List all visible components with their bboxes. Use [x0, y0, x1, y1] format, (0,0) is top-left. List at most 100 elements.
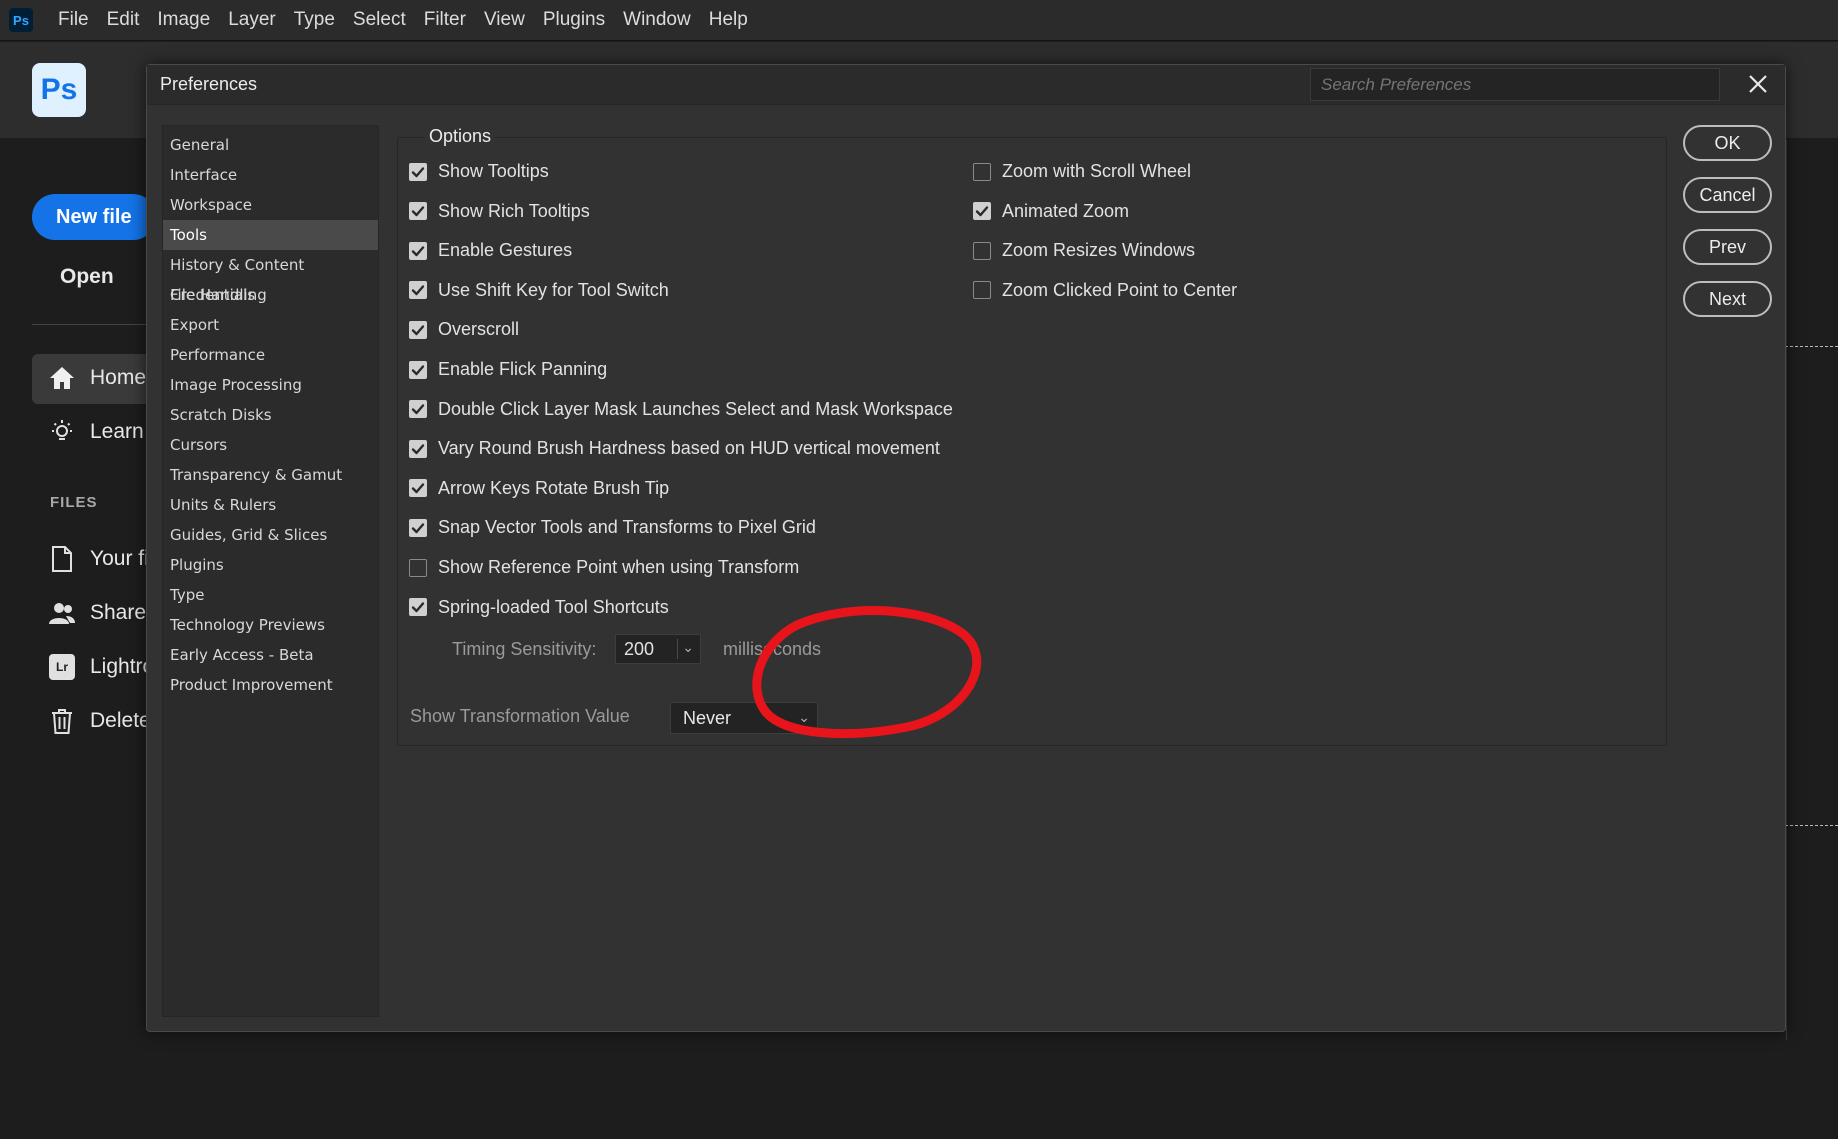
timing-sensitivity-value: 200	[624, 639, 655, 659]
option-row[interactable]: Enable Flick Panning	[409, 359, 607, 380]
menu-image[interactable]: Image	[148, 9, 219, 31]
ok-button[interactable]: OK	[1683, 125, 1772, 161]
checkbox-checked[interactable]	[409, 400, 427, 419]
menu-select[interactable]: Select	[344, 9, 415, 31]
option-label: Arrow Keys Rotate Brush Tip	[438, 477, 670, 498]
checkmark-icon	[411, 404, 425, 415]
checkbox-unchecked[interactable]	[973, 241, 991, 260]
checkbox-unchecked[interactable]	[973, 281, 991, 300]
category-scratch-disks[interactable]: Scratch Disks	[163, 400, 378, 430]
checkbox-checked[interactable]	[973, 202, 991, 221]
trash-icon	[48, 707, 76, 735]
option-row[interactable]: Overscroll	[409, 319, 519, 340]
checkbox-checked[interactable]	[409, 320, 427, 339]
option-row[interactable]: Spring-loaded Tool Shortcuts	[409, 597, 669, 618]
option-label: Zoom with Scroll Wheel	[1002, 161, 1192, 181]
checkmark-icon	[411, 166, 425, 177]
checkbox-checked[interactable]	[409, 439, 427, 458]
nav-your-files[interactable]: Your fi	[48, 545, 149, 573]
prev-button[interactable]: Prev	[1683, 229, 1772, 265]
category-export[interactable]: Export	[163, 310, 378, 340]
photoshop-logo: Ps	[32, 63, 86, 117]
checkbox-checked[interactable]	[409, 281, 427, 300]
nav-learn[interactable]: Learn	[48, 418, 144, 446]
cancel-button[interactable]: Cancel	[1683, 177, 1772, 213]
chevron-down-icon[interactable]: ⌄	[682, 639, 694, 656]
next-button[interactable]: Next	[1683, 281, 1772, 317]
category-type[interactable]: Type	[163, 580, 378, 610]
checkbox-unchecked[interactable]	[973, 162, 991, 181]
dialog-title: Preferences	[160, 74, 258, 94]
search-preferences-input[interactable]	[1310, 68, 1720, 101]
option-row[interactable]: Zoom with Scroll Wheel	[973, 161, 1191, 182]
category-tools[interactable]: Tools	[163, 220, 378, 250]
category-general[interactable]: General	[163, 130, 378, 160]
photoshop-app-icon: Ps	[9, 8, 33, 32]
new-file-button[interactable]: New file	[32, 194, 156, 240]
option-row[interactable]: Vary Round Brush Hardness based on HUD v…	[409, 438, 940, 459]
checkbox-unchecked[interactable]	[409, 558, 427, 577]
category-plugins[interactable]: Plugins	[163, 550, 378, 580]
menu-view[interactable]: View	[475, 9, 534, 31]
category-file-handling[interactable]: File Handling	[163, 280, 378, 310]
category-image-processing[interactable]: Image Processing	[163, 370, 378, 400]
menu-help[interactable]: Help	[700, 9, 757, 31]
menu-type[interactable]: Type	[285, 9, 344, 31]
close-icon[interactable]	[1745, 71, 1771, 97]
nav-shared[interactable]: Sharec	[48, 599, 157, 627]
option-row[interactable]: Show Tooltips	[409, 161, 549, 182]
checkbox-checked[interactable]	[409, 202, 427, 221]
option-label: Use Shift Key for Tool Switch	[438, 279, 669, 300]
option-row[interactable]: Double Click Layer Mask Launches Select …	[409, 399, 953, 420]
option-row[interactable]: Zoom Resizes Windows	[973, 240, 1195, 261]
checkbox-checked[interactable]	[409, 162, 427, 181]
category-product-improvement[interactable]: Product Improvement	[163, 670, 378, 700]
option-row[interactable]: Animated Zoom	[973, 201, 1129, 222]
option-label: Snap Vector Tools and Transforms to Pixe…	[438, 517, 816, 538]
file-icon	[48, 545, 76, 573]
category-history[interactable]: History & Content Credentials	[163, 250, 378, 304]
option-row[interactable]: Zoom Clicked Point to Center	[973, 280, 1237, 301]
checkbox-checked[interactable]	[409, 598, 427, 617]
option-row[interactable]: Show Reference Point when using Transfor…	[409, 557, 799, 578]
menu-file[interactable]: File	[49, 9, 98, 31]
menu-window[interactable]: Window	[614, 9, 700, 31]
checkbox-checked[interactable]	[409, 241, 427, 260]
menu-bar: Ps File Edit Image Layer Type Select Fil…	[0, 0, 1838, 41]
option-label: Overscroll	[438, 319, 520, 340]
category-interface[interactable]: Interface	[163, 160, 378, 190]
checkmark-icon	[411, 206, 425, 217]
option-label: Double Click Layer Mask Launches Select …	[438, 398, 953, 419]
chevron-down-icon: ⌄	[798, 709, 810, 725]
option-row[interactable]: Show Rich Tooltips	[409, 201, 590, 222]
option-row[interactable]: Arrow Keys Rotate Brush Tip	[409, 478, 669, 499]
category-performance[interactable]: Performance	[163, 340, 378, 370]
category-workspace[interactable]: Workspace	[163, 190, 378, 220]
option-label: Show Tooltips	[438, 161, 549, 181]
category-units-rulers[interactable]: Units & Rulers	[163, 490, 378, 520]
category-guides-grid[interactable]: Guides, Grid & Slices	[163, 520, 378, 550]
option-row[interactable]: Use Shift Key for Tool Switch	[409, 280, 669, 301]
timing-sensitivity-input[interactable]: 200 ⌄	[615, 634, 701, 664]
checkbox-checked[interactable]	[409, 479, 427, 498]
checkbox-checked[interactable]	[409, 518, 427, 537]
option-label: Enable Gestures	[438, 240, 573, 261]
nav-lightroom[interactable]: Lr Lightro	[48, 653, 154, 681]
category-transparency[interactable]: Transparency & Gamut	[163, 460, 378, 490]
option-row[interactable]: Enable Gestures	[409, 240, 572, 261]
open-button[interactable]: Open	[60, 265, 114, 289]
nav-deleted[interactable]: Delete	[48, 707, 151, 735]
menu-plugins[interactable]: Plugins	[534, 9, 614, 31]
option-row[interactable]: Snap Vector Tools and Transforms to Pixe…	[409, 517, 816, 538]
category-cursors[interactable]: Cursors	[163, 430, 378, 460]
category-technology-previews[interactable]: Technology Previews	[163, 610, 378, 640]
menu-edit[interactable]: Edit	[98, 9, 149, 31]
menu-filter[interactable]: Filter	[415, 9, 475, 31]
category-early-access[interactable]: Early Access - Beta	[163, 640, 378, 670]
nav-home[interactable]: Home	[48, 364, 146, 392]
menu-layer[interactable]: Layer	[219, 9, 285, 31]
checkmark-icon	[411, 325, 425, 336]
show-transformation-values-label: Show Transformation Value	[410, 706, 630, 726]
show-transformation-values-select[interactable]: Never ⌄	[670, 702, 818, 734]
checkbox-checked[interactable]	[409, 360, 427, 379]
